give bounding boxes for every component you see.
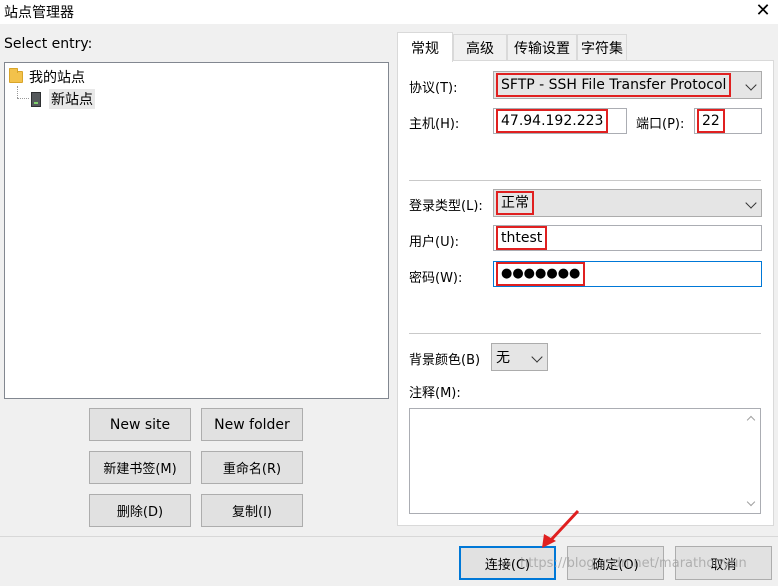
background-color-select[interactable]: 无	[491, 343, 548, 371]
new-site-button[interactable]: New site	[89, 408, 191, 441]
host-value: 47.94.192.223	[496, 109, 609, 133]
title-bar	[0, 0, 778, 24]
port-input[interactable]: 22	[694, 108, 762, 134]
tree-item-label: 新站点	[49, 89, 95, 109]
password-input[interactable]: ●●●●●●●	[493, 261, 762, 287]
tab-advanced[interactable]: 高级	[453, 34, 507, 60]
delete-button[interactable]: 删除(D)	[89, 494, 191, 527]
tab-transfer-settings[interactable]: 传输设置	[507, 34, 577, 60]
tree-item-label: 我的站点	[29, 70, 85, 86]
tree-item-my-sites[interactable]: 我的站点	[9, 67, 85, 87]
protocol-label: 协议(T):	[409, 81, 458, 96]
protocol-value: SFTP - SSH File Transfer Protocol	[496, 73, 732, 97]
user-label: 用户(U):	[409, 235, 460, 250]
site-tree[interactable]: 我的站点 新站点	[4, 62, 389, 399]
close-icon[interactable]: ✕	[748, 0, 778, 22]
background-color-value: 无	[496, 350, 510, 366]
new-folder-button[interactable]: New folder	[201, 408, 303, 441]
footer-divider	[0, 536, 778, 537]
scroll-up-icon[interactable]	[746, 415, 756, 425]
tree-connector	[17, 98, 29, 99]
copy-button[interactable]: 复制(I)	[201, 494, 303, 527]
folder-icon	[9, 68, 23, 83]
window-title: 站点管理器	[4, 5, 74, 21]
port-label: 端口(P):	[636, 117, 685, 132]
background-color-label: 背景颜色(B)	[409, 353, 481, 368]
comments-textarea[interactable]	[409, 408, 761, 514]
logon-type-select[interactable]: 正常	[493, 189, 762, 217]
server-icon	[31, 91, 41, 107]
tree-item-new-site[interactable]: 新站点	[31, 89, 95, 109]
watermark: https://blog.csdn.net/marathonyun	[520, 556, 747, 571]
host-label: 主机(H):	[409, 117, 460, 132]
rename-button[interactable]: 重命名(R)	[201, 451, 303, 484]
user-input[interactable]: thtest	[493, 225, 762, 251]
divider	[409, 180, 761, 181]
divider	[409, 333, 761, 334]
logon-type-label: 登录类型(L):	[409, 199, 483, 214]
tab-charset[interactable]: 字符集	[577, 34, 627, 60]
logon-type-value: 正常	[496, 191, 534, 215]
chevron-down-icon	[745, 79, 757, 91]
comments-label: 注释(M):	[409, 386, 461, 401]
port-value: 22	[697, 109, 725, 133]
host-input[interactable]: 47.94.192.223	[493, 108, 627, 134]
annotation-arrow-icon	[542, 509, 580, 548]
password-label: 密码(W):	[409, 271, 463, 286]
tab-general[interactable]: 常规	[397, 32, 453, 62]
tree-connector	[17, 86, 18, 98]
password-value: ●●●●●●●	[496, 262, 586, 286]
scroll-down-icon[interactable]	[746, 497, 756, 507]
select-entry-label: Select entry:	[4, 36, 93, 52]
chevron-down-icon	[531, 351, 543, 363]
scrollbar[interactable]	[743, 409, 760, 513]
chevron-down-icon	[745, 197, 757, 209]
protocol-select[interactable]: SFTP - SSH File Transfer Protocol	[493, 71, 762, 99]
new-bookmark-button[interactable]: 新建书签(M)	[89, 451, 191, 484]
user-value: thtest	[496, 226, 548, 250]
